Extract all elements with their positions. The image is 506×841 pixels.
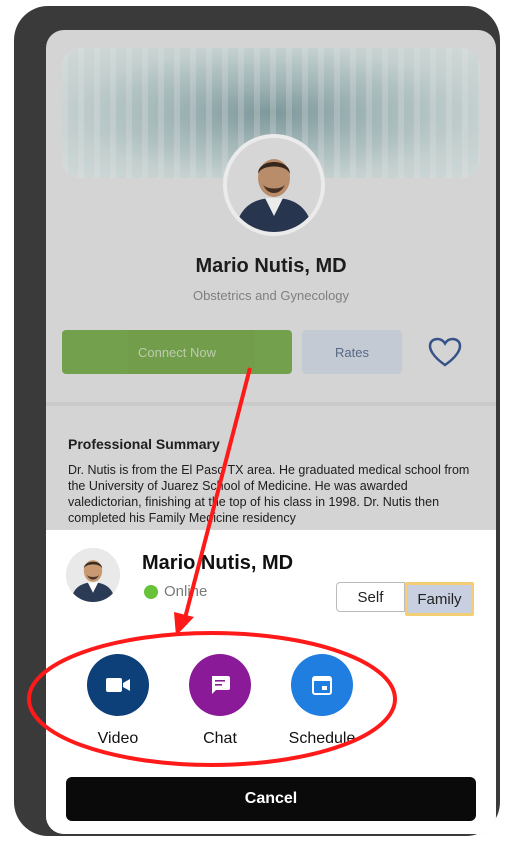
toggle-family[interactable]: Family xyxy=(404,582,474,616)
phone-frame: Mario Nutis, MD Obstetrics and Gynecolog… xyxy=(14,6,500,836)
toggle-self[interactable]: Self xyxy=(336,582,405,612)
chat-bubble-icon[interactable] xyxy=(189,654,251,716)
chat-action[interactable]: Chat xyxy=(170,654,270,748)
online-dot-icon xyxy=(144,584,158,599)
cancel-button[interactable]: Cancel xyxy=(66,777,476,821)
status-label: Online xyxy=(164,583,208,600)
schedule-label: Schedule xyxy=(288,730,356,747)
video-label: Video xyxy=(97,730,139,747)
chat-label: Chat xyxy=(203,730,237,747)
sheet-doctor-name: Mario Nutis, MD xyxy=(142,552,294,574)
calendar-icon[interactable] xyxy=(291,654,353,716)
schedule-action[interactable]: Schedule xyxy=(272,654,372,748)
video-camera-icon[interactable] xyxy=(87,654,149,716)
video-action[interactable]: Video xyxy=(68,654,168,748)
app-screen: Mario Nutis, MD Obstetrics and Gynecolog… xyxy=(46,30,496,834)
patient-toggle: Self Family xyxy=(336,582,474,616)
doctor-avatar-small xyxy=(66,548,120,602)
online-status: Online xyxy=(144,583,207,600)
connect-bottom-sheet: Mario Nutis, MD Online Self Family Video xyxy=(46,530,496,834)
